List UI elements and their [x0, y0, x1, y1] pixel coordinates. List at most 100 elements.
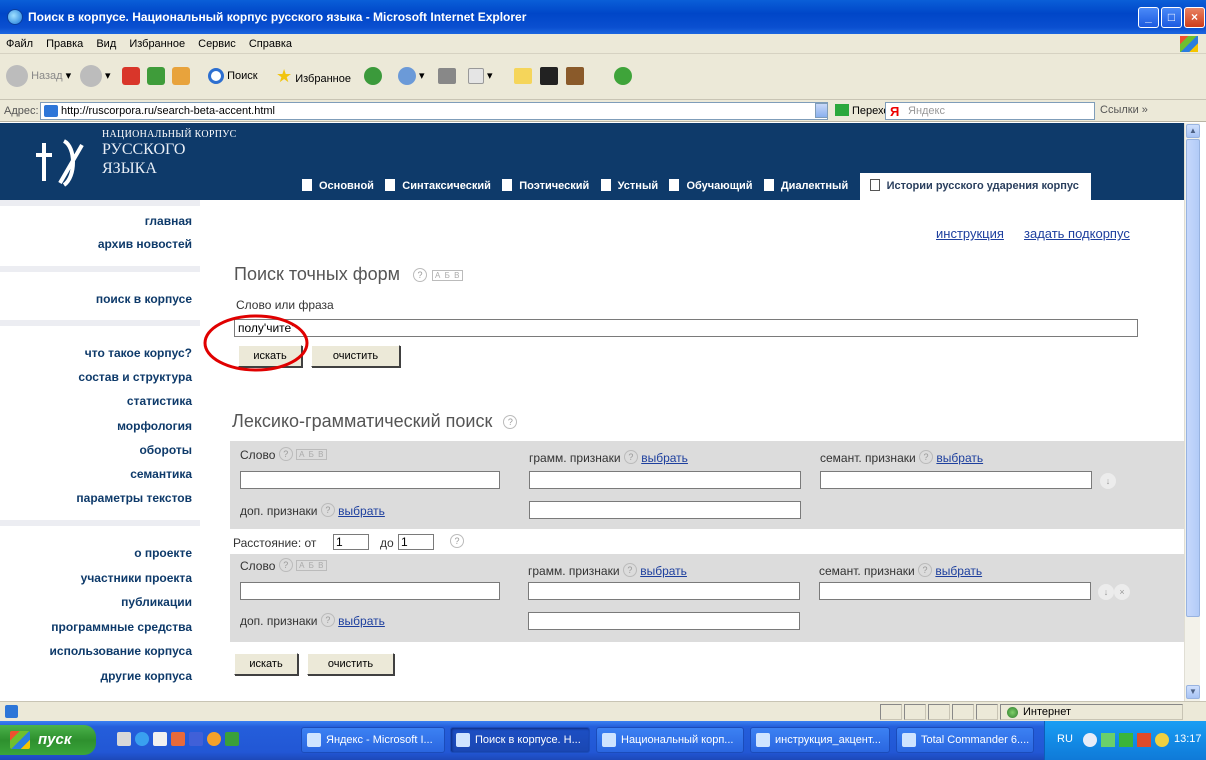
- nav-semantics[interactable]: семантика: [130, 467, 192, 481]
- nav-publications[interactable]: публикации: [121, 595, 192, 609]
- nav-software[interactable]: программные средства: [51, 620, 192, 634]
- task-total-commander[interactable]: Total Commander 6....: [896, 727, 1034, 753]
- menu-view[interactable]: Вид: [90, 34, 120, 50]
- help-icon[interactable]: ?: [320, 503, 335, 517]
- task-yandex[interactable]: Яндекс - Microsoft I...: [301, 727, 445, 753]
- add-word-arrow-icon[interactable]: ↓: [1100, 473, 1116, 489]
- help-icon[interactable]: ?: [320, 613, 335, 627]
- tab-syntactic[interactable]: Синтаксический: [385, 173, 499, 200]
- window-title-bar[interactable]: Поиск в корпусе. Национальный корпус рус…: [0, 0, 1206, 34]
- folder-button[interactable]: [514, 64, 532, 88]
- add-word-arrow-icon[interactable]: ↓: [1098, 584, 1114, 600]
- quicklaunch-desktop-icon[interactable]: [117, 732, 131, 746]
- help-icon[interactable]: ?: [622, 563, 637, 577]
- tab-main[interactable]: Основной: [302, 173, 382, 200]
- instruction-link[interactable]: инструкция: [936, 226, 1004, 241]
- stop-button[interactable]: [122, 64, 140, 88]
- sem-input[interactable]: [819, 582, 1091, 600]
- network-icon[interactable]: [1101, 733, 1115, 747]
- help-icon[interactable]: ?: [919, 450, 934, 464]
- remove-word-icon[interactable]: ×: [1114, 584, 1130, 600]
- tab-poetic[interactable]: Поэтический: [502, 173, 597, 200]
- task-instruction[interactable]: инструкция_акцент...: [750, 727, 890, 753]
- nav-home[interactable]: главная: [145, 214, 192, 228]
- tray-app-icon[interactable]: [1137, 733, 1151, 747]
- signal-icon[interactable]: [1119, 733, 1133, 747]
- distance-to-input[interactable]: 1: [398, 534, 434, 550]
- keyboard-icon[interactable]: А Б В: [296, 560, 328, 571]
- lexgram-clear-button[interactable]: очистить: [307, 653, 394, 675]
- search-button[interactable]: Поиск: [208, 64, 258, 88]
- scroll-thumb[interactable]: [1186, 139, 1200, 617]
- tab-dialect[interactable]: Диалектный: [763, 173, 856, 200]
- word-input[interactable]: [240, 582, 500, 600]
- nav-text-params[interactable]: параметры текстов: [76, 491, 192, 505]
- task-corpus-search[interactable]: Поиск в корпусе. Н...: [450, 727, 590, 753]
- url-dropdown-button[interactable]: [815, 103, 828, 118]
- help-icon[interactable]: ?: [623, 450, 638, 464]
- nav-composition[interactable]: состав и структура: [78, 370, 192, 384]
- home-button[interactable]: [172, 64, 190, 88]
- nav-phrases[interactable]: обороты: [139, 443, 192, 457]
- history-button[interactable]: [364, 64, 382, 88]
- phrase-input[interactable]: полу'чите': [234, 319, 1138, 337]
- tab-educational[interactable]: Обучающий: [669, 173, 760, 200]
- refresh-button[interactable]: [147, 64, 165, 88]
- research-button[interactable]: [540, 64, 558, 88]
- menu-tools[interactable]: Сервис: [192, 34, 240, 50]
- nav-participants[interactable]: участники проекта: [81, 571, 192, 585]
- task-national-corpus[interactable]: Национальный корп...: [596, 727, 744, 753]
- word-input[interactable]: [240, 471, 500, 489]
- menu-favorites[interactable]: Избранное: [123, 34, 189, 50]
- menu-help[interactable]: Справка: [243, 34, 296, 50]
- tab-oral[interactable]: Устный: [600, 173, 666, 200]
- maximize-button[interactable]: □: [1161, 7, 1182, 28]
- gram-input[interactable]: [529, 471, 801, 489]
- extra-choose-link[interactable]: выбрать: [338, 614, 385, 628]
- gram-input[interactable]: [528, 582, 800, 600]
- edit-button[interactable]: ▾: [468, 64, 493, 88]
- help-icon[interactable]: ?: [503, 415, 518, 429]
- print-button[interactable]: [438, 64, 456, 88]
- messenger-button[interactable]: [614, 64, 632, 88]
- quicklaunch-word-icon[interactable]: [153, 732, 167, 746]
- sem-input[interactable]: [820, 471, 1092, 489]
- help-icon[interactable]: ?: [918, 563, 933, 577]
- nav-morphology[interactable]: морфология: [117, 419, 192, 433]
- help-icon[interactable]: ?: [413, 268, 428, 282]
- distance-from-input[interactable]: 1: [333, 534, 369, 550]
- minimize-button[interactable]: _: [1138, 7, 1159, 28]
- nav-corpus-search[interactable]: поиск в корпусе: [96, 292, 192, 306]
- help-icon[interactable]: ?: [278, 558, 293, 572]
- dictionary-button[interactable]: [566, 64, 584, 88]
- keyboard-icon[interactable]: А Б В: [296, 449, 328, 460]
- quicklaunch-media-icon[interactable]: [207, 732, 221, 746]
- nav-usage[interactable]: использование корпуса: [50, 644, 192, 658]
- back-button[interactable]: Назад ▾: [6, 64, 71, 88]
- vertical-scrollbar[interactable]: ▲ ▼: [1184, 123, 1200, 701]
- scroll-down-icon[interactable]: ▼: [1186, 685, 1200, 699]
- start-button[interactable]: пуск: [0, 725, 96, 755]
- language-indicator[interactable]: RU: [1057, 733, 1073, 745]
- quicklaunch-excel-icon[interactable]: [225, 732, 239, 746]
- menu-file[interactable]: Файл: [0, 34, 37, 50]
- tab-accent-history[interactable]: Истории русского ударения корпус: [859, 173, 1091, 200]
- mail-button[interactable]: ▾: [398, 64, 425, 88]
- nav-about[interactable]: о проекте: [134, 546, 192, 560]
- quicklaunch-outlook-icon[interactable]: [171, 732, 185, 746]
- tray-security-icon[interactable]: [1155, 733, 1169, 747]
- keyboard-icon[interactable]: А Б В: [432, 270, 464, 281]
- url-field[interactable]: http://ruscorpora.ru/search-beta-accent.…: [40, 102, 828, 120]
- extra-choose-link[interactable]: выбрать: [338, 504, 385, 518]
- links-button[interactable]: Ссылки »: [1100, 104, 1148, 116]
- help-icon[interactable]: ?: [278, 447, 293, 461]
- menu-edit[interactable]: Правка: [40, 34, 87, 50]
- close-button[interactable]: ×: [1184, 7, 1205, 28]
- lexgram-search-button[interactable]: искать: [234, 653, 298, 675]
- sem-choose-link[interactable]: выбрать: [936, 451, 983, 465]
- subcorpus-link[interactable]: задать подкорпус: [1024, 226, 1130, 241]
- scroll-up-icon[interactable]: ▲: [1186, 124, 1200, 138]
- extra-input[interactable]: [528, 612, 800, 630]
- quicklaunch-ie-icon[interactable]: [135, 732, 149, 746]
- favorites-button[interactable]: ★ Избранное: [276, 64, 351, 88]
